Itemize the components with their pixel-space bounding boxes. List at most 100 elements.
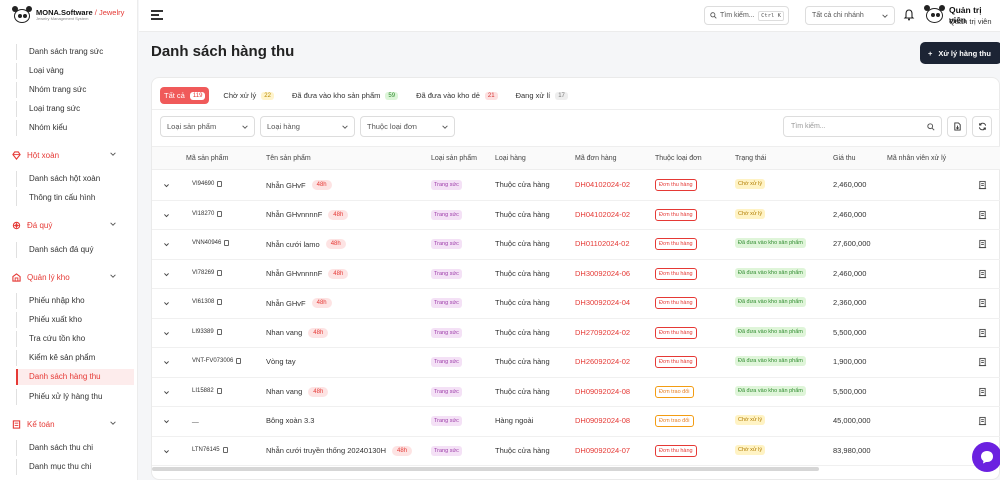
document-icon[interactable]	[978, 269, 987, 279]
sidebar-item-17[interactable]: Kế toán	[12, 416, 128, 432]
copy-icon[interactable]	[222, 446, 228, 453]
sidebar-item-5[interactable]: Hột xoàn	[12, 147, 128, 163]
table-row[interactable]: LI93389 Nhan vang 48h Trang sức Thuộc cửa hà…	[152, 319, 1000, 348]
sidebar-item-15[interactable]: Danh sách hàng thu	[16, 369, 134, 385]
horizontal-scrollbar[interactable]	[152, 467, 819, 471]
chevron-down-icon[interactable]	[163, 418, 170, 425]
diamond-icon	[12, 150, 21, 160]
document-icon[interactable]	[978, 387, 987, 397]
table-row[interactable]: VNT-FV073006 Vòng tay Trang sức Thuộc cửa h…	[152, 348, 1000, 378]
sidebar-item-1[interactable]: Loại vàng	[16, 63, 134, 79]
order-code-link[interactable]: DH04102024-02	[575, 180, 630, 189]
document-icon[interactable]	[978, 416, 987, 426]
sidebar-item-3[interactable]: Loại trang sức	[16, 101, 134, 117]
table-row[interactable]: LI15882 Nhan vang 48h Trang sức Thuộc cửa hà…	[152, 378, 1000, 407]
sidebar-item-13[interactable]: Tra cứu tồn kho	[16, 331, 134, 347]
table-row[interactable]: VNN40946 Nhẫn cưới lamo 48h Trang sức Thuộc …	[152, 230, 1000, 260]
table-row[interactable]: VI78269 Nhẫn GHvnnnnF 48h Trang sức Thuộc cử…	[152, 260, 1000, 289]
document-icon[interactable]	[978, 180, 987, 190]
chevron-down-icon[interactable]	[163, 330, 170, 337]
sidebar-item-12[interactable]: Phiếu xuất kho	[16, 312, 134, 328]
goods-type-filter[interactable]: Loại hàng	[260, 116, 355, 137]
brand-name: MONA.Software / Jewelry	[36, 7, 125, 17]
menu-toggle-icon[interactable]	[151, 10, 163, 20]
order-type-badge: Đơn thu hàng	[655, 326, 697, 339]
chevron-down-icon[interactable]	[163, 182, 170, 189]
col-product-code[interactable]: Mã sản phẩm	[186, 155, 228, 162]
table-row[interactable]: VI61308 Nhẫn GHvF 48h Trang sức Thuộc cửa hà…	[152, 289, 1000, 319]
avatar[interactable]	[924, 5, 946, 25]
sidebar-item-0[interactable]: Danh sách trang sức	[16, 44, 134, 60]
copy-icon[interactable]	[216, 387, 222, 394]
copy-icon[interactable]	[217, 181, 223, 187]
tab-0[interactable]: Tất cả 119	[160, 87, 210, 104]
table-search-input[interactable]: Tìm kiếm...	[783, 116, 942, 137]
order-code-link[interactable]: DH30092024-04	[575, 298, 630, 307]
document-icon[interactable]	[978, 210, 987, 220]
col-product-name[interactable]: Tên sản phẩm	[266, 155, 311, 162]
copy-icon[interactable]	[217, 269, 223, 276]
brand-logo[interactable]: MONA.Software / Jewelry Jewelry Manageme…	[12, 6, 124, 24]
col-product-type[interactable]: Loại sản phẩm	[431, 155, 477, 162]
copy-icon[interactable]	[224, 240, 230, 246]
document-icon[interactable]	[978, 357, 987, 367]
tab-2[interactable]: Đã đưa vào kho sản phẩm 59	[288, 87, 402, 104]
chevron-down-icon[interactable]	[163, 271, 170, 278]
sidebar-item-10[interactable]: Quản lý kho	[12, 269, 128, 285]
sidebar-item-9[interactable]: Danh sách đá quý	[16, 242, 134, 258]
col-order-code[interactable]: Mã đơn hàng	[575, 155, 617, 162]
table-row[interactable]: VI94690 Nhẫn GHvF 48h Trang sức Thuộc cửa hà…	[152, 171, 1000, 201]
chevron-down-icon[interactable]	[163, 300, 170, 307]
chevron-down-icon[interactable]	[163, 448, 170, 455]
tab-4[interactable]: Đang xử lí 17	[512, 87, 572, 104]
sidebar-item-8[interactable]: Đá quý	[12, 217, 128, 233]
table-row[interactable]: __ Bông xoàn 3.3 Trang sức Hàng ngoài DH0909…	[152, 407, 1000, 437]
sidebar-item-7[interactable]: Thông tin cấu hình	[16, 190, 134, 206]
col-staff[interactable]: Mã nhân viên xử lý	[887, 155, 946, 162]
bell-icon[interactable]	[903, 9, 915, 21]
chevron-down-icon[interactable]	[163, 212, 170, 219]
sidebar-item-4[interactable]: Nhóm kiểu	[16, 120, 134, 136]
document-icon[interactable]	[978, 239, 987, 249]
refresh-button[interactable]	[972, 116, 992, 137]
order-code-link[interactable]: DH01102024-02	[575, 239, 630, 248]
chevron-down-icon[interactable]	[163, 241, 170, 248]
order-code-link[interactable]: DH26092024-02	[575, 357, 630, 366]
sidebar-item-14[interactable]: Kiểm kê sản phẩm	[16, 350, 134, 366]
sidebar-item-2[interactable]: Nhóm trang sức	[16, 82, 134, 98]
chevron-down-icon[interactable]	[163, 389, 170, 396]
order-code-link[interactable]: DH30092024-06	[575, 269, 630, 278]
tab-3[interactable]: Đã đưa vào kho dẻ 21	[412, 87, 502, 104]
table-row[interactable]: VI18270 Nhẫn GHvnnnnF 48h Trang sức Thuộc cử…	[152, 201, 1000, 230]
tab-1[interactable]: Chờ xử lý 22	[219, 87, 278, 104]
order-code-link[interactable]: DH04102024-02	[575, 210, 630, 219]
branch-select[interactable]: Tất cả chi nhánh	[805, 6, 895, 25]
order-code-link[interactable]: DH27092024-02	[575, 328, 630, 337]
table-row[interactable]: LTN76145 Nhẫn cưới truyền thống 20240130H…	[152, 437, 1000, 466]
order-code-link[interactable]: DH09092024-08	[575, 387, 630, 396]
sidebar-item-6[interactable]: Danh sách hột xoàn	[16, 171, 134, 187]
copy-icon[interactable]	[217, 210, 223, 217]
copy-icon[interactable]	[236, 358, 242, 364]
col-order-type[interactable]: Thuộc loại đơn	[655, 155, 702, 162]
process-goods-button[interactable]: + Xử lý hàng thu	[920, 42, 1000, 64]
copy-icon[interactable]	[216, 328, 222, 335]
export-button[interactable]	[947, 116, 967, 137]
copy-icon[interactable]	[217, 299, 223, 305]
order-code-link[interactable]: DH09092024-08	[575, 416, 630, 425]
sidebar-item-11[interactable]: Phiếu nhập kho	[16, 293, 134, 309]
col-status[interactable]: Trạng thái	[735, 155, 766, 162]
global-search[interactable]: Tìm kiếm... Ctrl K	[704, 6, 789, 25]
order-code-link[interactable]: DH09092024-07	[575, 446, 630, 455]
document-icon[interactable]	[978, 328, 987, 338]
chat-button[interactable]	[972, 442, 1000, 472]
document-icon[interactable]	[978, 298, 987, 308]
col-goods-type[interactable]: Loại hàng	[495, 155, 526, 162]
product-type-filter[interactable]: Loại sản phẩm	[160, 116, 255, 137]
sidebar-item-18[interactable]: Danh sách thu chi	[16, 440, 134, 456]
sidebar-item-16[interactable]: Phiếu xử lý hàng thu	[16, 389, 134, 405]
sidebar-item-19[interactable]: Danh mục thu chi	[16, 459, 134, 475]
order-type-filter[interactable]: Thuộc loại đơn	[360, 116, 455, 137]
col-price[interactable]: Giá thu	[833, 155, 856, 162]
chevron-down-icon[interactable]	[163, 359, 170, 366]
